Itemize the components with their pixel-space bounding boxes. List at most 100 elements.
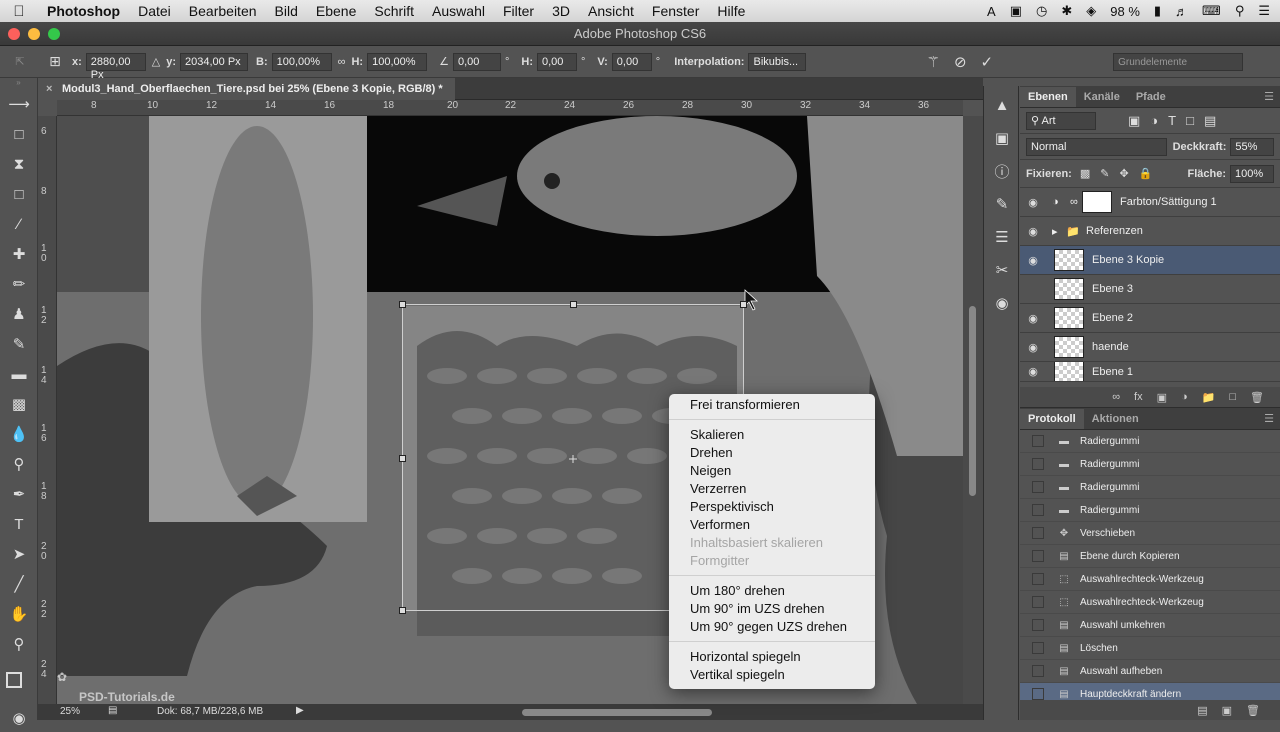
- menu-item-frei-transformieren[interactable]: Frei transformieren: [669, 396, 875, 414]
- menu-bearbeiten[interactable]: Bearbeiten: [180, 3, 266, 19]
- history-checkbox[interactable]: [1032, 527, 1044, 539]
- quick-mask-icon[interactable]: ◉: [5, 704, 33, 732]
- history-checkbox[interactable]: [1032, 573, 1044, 585]
- history-checkbox[interactable]: [1032, 596, 1044, 608]
- menu-item-flip-horizontal[interactable]: Horizontal spiegeln: [669, 648, 875, 666]
- toolbox-collapse-icon[interactable]: »: [0, 78, 37, 88]
- battery-icon[interactable]: ▮: [1154, 3, 1161, 19]
- layer-row[interactable]: ◉ Ebene 1: [1020, 362, 1280, 382]
- vskew-field[interactable]: 0,00: [611, 52, 652, 71]
- menu-item-neigen[interactable]: Neigen: [669, 462, 875, 480]
- tab-ebenen[interactable]: Ebenen: [1020, 87, 1076, 107]
- menu-item-flip-vertical[interactable]: Vertikal spiegeln: [669, 666, 875, 684]
- new-group-icon[interactable]: 📁: [1202, 391, 1216, 404]
- history-item[interactable]: ▬ Radiergummi: [1020, 499, 1280, 522]
- history-checkbox[interactable]: [1032, 550, 1044, 562]
- menu-item-verformen[interactable]: Verformen: [669, 516, 875, 534]
- brush-tool-icon[interactable]: ✏: [5, 270, 33, 298]
- minimize-window-button[interactable]: [28, 28, 40, 40]
- volume-icon[interactable]: ♬: [1175, 4, 1188, 19]
- crop-tool-icon[interactable]: □: [5, 180, 33, 208]
- opacity-field[interactable]: 55%: [1230, 137, 1274, 156]
- lock-all-icon[interactable]: 🔒: [1139, 167, 1153, 180]
- tab-pfade[interactable]: Pfade: [1128, 87, 1174, 107]
- line-tool-icon[interactable]: ╱: [5, 570, 33, 598]
- adobe-icon[interactable]: A: [987, 4, 996, 19]
- history-item[interactable]: ▤ Auswahl umkehren: [1020, 614, 1280, 637]
- cancel-transform-icon[interactable]: ⊘: [954, 53, 967, 71]
- history-checkbox[interactable]: [1032, 642, 1044, 654]
- eye-icon[interactable]: ◉: [1020, 254, 1046, 267]
- x-field[interactable]: 2880,00 Px: [85, 52, 146, 81]
- lock-move-icon[interactable]: ✥: [1119, 167, 1128, 180]
- scroll-thumb[interactable]: [969, 306, 976, 496]
- status-arrow-icon[interactable]: ▶: [296, 705, 304, 716]
- marquee-tool-icon[interactable]: □: [5, 120, 33, 148]
- menu-fenster[interactable]: Fenster: [643, 3, 708, 19]
- eye-icon[interactable]: ◉: [1020, 312, 1046, 325]
- wifi-icon[interactable]: ◈: [1086, 3, 1096, 19]
- eye-icon[interactable]: ◉: [1020, 225, 1046, 238]
- pen-tool-icon[interactable]: ✒: [5, 480, 33, 508]
- transform-handle-top-right[interactable]: [740, 301, 747, 308]
- layer-row[interactable]: Ebene 3: [1020, 275, 1280, 304]
- time-machine-icon[interactable]: ◷: [1036, 3, 1047, 19]
- search-icon[interactable]: ⚲: [1235, 3, 1245, 19]
- warp-icon[interactable]: ⚚: [926, 53, 939, 71]
- disclosure-triangle-icon[interactable]: ▸: [1052, 225, 1066, 238]
- layer-row[interactable]: ◉ ◑ ∞ Farbton/Sättigung 1: [1020, 188, 1280, 217]
- y-field[interactable]: 2034,00 Px: [180, 52, 249, 71]
- filter-pixel-icon[interactable]: ▣: [1128, 113, 1140, 129]
- type-tool-icon[interactable]: T: [5, 510, 33, 538]
- dodge-tool-icon[interactable]: ⚲: [5, 450, 33, 478]
- brush-presets-icon[interactable]: ✎: [988, 190, 1016, 218]
- menu-auswahl[interactable]: Auswahl: [423, 3, 494, 19]
- link-icon[interactable]: ∞: [338, 56, 346, 68]
- new-adjustment-icon[interactable]: ◑: [1181, 391, 1188, 403]
- menu-filter[interactable]: Filter: [494, 3, 543, 19]
- blend-mode-select[interactable]: Normal: [1026, 137, 1167, 156]
- transform-handle-bottom-left[interactable]: [399, 607, 406, 614]
- history-item[interactable]: ✥ Verschieben: [1020, 522, 1280, 545]
- apple-icon[interactable]: : [0, 3, 38, 20]
- menu-item-drehen[interactable]: Drehen: [669, 444, 875, 462]
- menu-app[interactable]: Photoshop: [38, 3, 129, 19]
- layer-filter-select[interactable]: ⚲ Art: [1026, 111, 1096, 130]
- history-item[interactable]: ▤ Auswahl aufheben: [1020, 660, 1280, 683]
- tab-protokoll[interactable]: Protokoll: [1020, 409, 1084, 429]
- healing-tool-icon[interactable]: ✚: [5, 240, 33, 268]
- filter-shape-icon[interactable]: □: [1186, 113, 1194, 128]
- eye-icon[interactable]: ◉: [1020, 196, 1046, 209]
- battery-label[interactable]: 98 %: [1110, 4, 1140, 19]
- interpolation-select[interactable]: Bikubis...: [748, 52, 807, 71]
- info-icon[interactable]: ⓘ: [988, 157, 1016, 185]
- angle-field[interactable]: 0,00: [452, 52, 501, 71]
- history-item[interactable]: ▬ Radiergummi: [1020, 430, 1280, 453]
- 3d-icon[interactable]: ▣: [988, 124, 1016, 152]
- history-checkbox[interactable]: [1032, 688, 1044, 700]
- menu-item-perspektivisch[interactable]: Perspektivisch: [669, 498, 875, 516]
- link-layers-icon[interactable]: ∞: [1112, 391, 1120, 403]
- eyedropper-tool-icon[interactable]: ∕: [5, 210, 33, 238]
- menu-ebene[interactable]: Ebene: [307, 3, 365, 19]
- hskew-field[interactable]: 0,00: [536, 52, 577, 71]
- keyboard-icon[interactable]: ⌨: [1202, 3, 1221, 19]
- export-icon[interactable]: ▤: [108, 705, 117, 716]
- gradient-tool-icon[interactable]: ▩: [5, 390, 33, 418]
- menu-bild[interactable]: Bild: [266, 3, 307, 19]
- histogram-icon[interactable]: ▲: [988, 91, 1016, 119]
- history-checkbox[interactable]: [1032, 665, 1044, 677]
- layer-row[interactable]: ◉ ▸ 📁 Referenzen: [1020, 217, 1280, 246]
- menu-3d[interactable]: 3D: [543, 3, 579, 19]
- lock-transparent-icon[interactable]: ▩: [1080, 167, 1090, 180]
- fx-icon[interactable]: fx: [1134, 391, 1143, 403]
- menu-hilfe[interactable]: Hilfe: [708, 3, 754, 19]
- menu-item-rotate-90-cw[interactable]: Um 90° im UZS drehen: [669, 600, 875, 618]
- stamp-tool-icon[interactable]: ♟: [5, 300, 33, 328]
- transform-handle-top[interactable]: [570, 301, 577, 308]
- kuler-icon[interactable]: ◉: [988, 289, 1016, 317]
- workspace-select[interactable]: Grundelemente: [1113, 52, 1244, 71]
- menu-item-skalieren[interactable]: Skalieren: [669, 426, 875, 444]
- layer-row[interactable]: ◉ haende: [1020, 333, 1280, 362]
- lasso-tool-icon[interactable]: ⧗: [5, 150, 33, 178]
